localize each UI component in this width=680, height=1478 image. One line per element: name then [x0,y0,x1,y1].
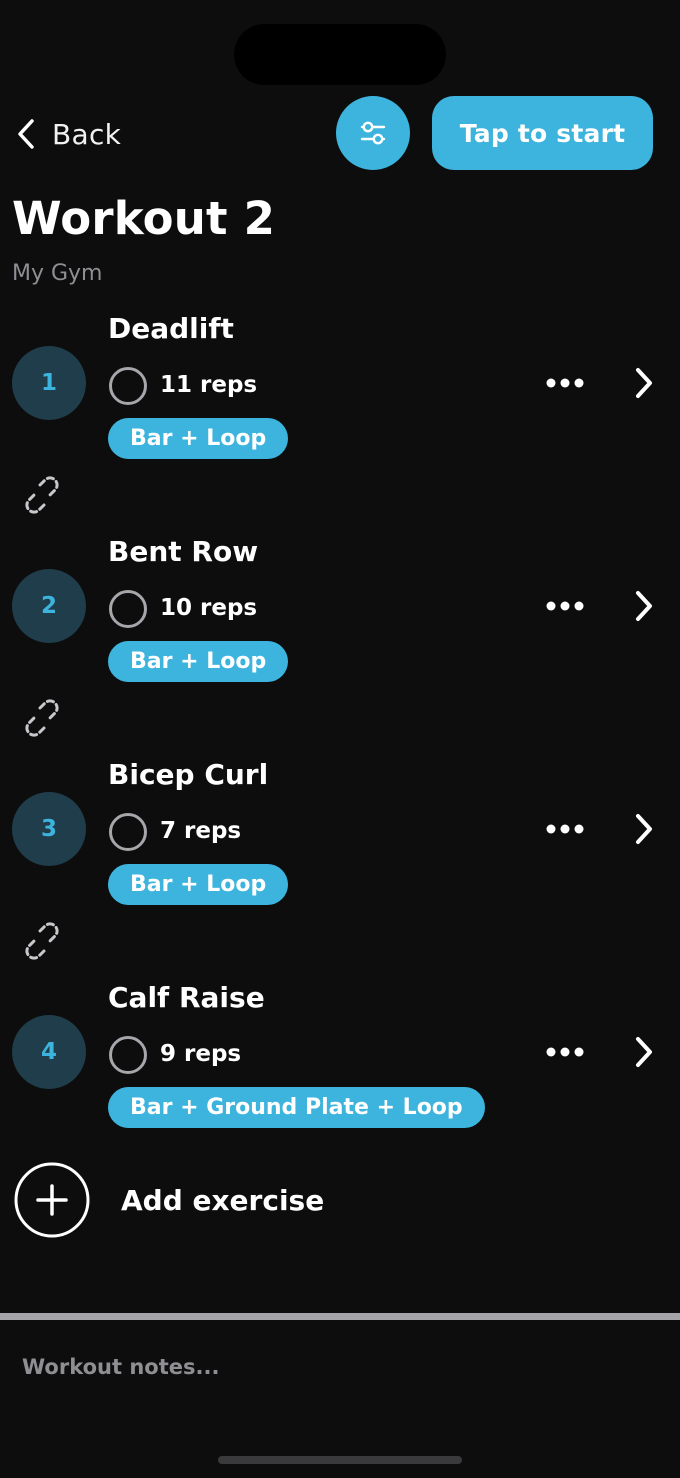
more-options-button[interactable] [538,586,592,626]
broken-link-icon [25,699,59,737]
workout-location: My Gym [12,261,103,286]
more-options-button[interactable] [538,363,592,403]
exercise-number-badge: 4 [12,1015,86,1089]
link-exercises-button[interactable] [20,919,64,963]
open-exercise-button[interactable] [626,361,662,405]
chevron-right-icon [636,814,652,844]
link-exercises-button[interactable] [20,473,64,517]
back-label: Back [52,117,122,151]
exercise-reps: 11 reps [160,372,258,398]
tap-to-start-button[interactable]: Tap to start [432,96,653,170]
exercise-reps: 10 reps [160,595,258,621]
add-exercise-label: Add exercise [121,1183,325,1217]
open-exercise-button[interactable] [626,807,662,851]
open-exercise-button[interactable] [626,1030,662,1074]
exercise-name: Bicep Curl [108,758,269,791]
open-exercise-button[interactable] [626,584,662,628]
equipment-tag[interactable]: Bar + Loop [108,418,289,459]
ellipsis-icon [546,378,584,388]
chevron-left-icon [18,119,34,149]
broken-link-icon [25,476,59,514]
equipment-tag[interactable]: Bar + Loop [108,641,289,682]
workout-title: Workout 2 [12,192,276,245]
exercise-row[interactable]: Bent Row 2 10 reps Bar + Loop [0,533,680,733]
equipment-tag[interactable]: Bar + Loop [108,864,289,905]
exercise-number-badge: 1 [12,346,86,420]
add-exercise-button[interactable]: Add exercise [14,1162,324,1238]
completion-checkbox[interactable] [109,590,147,628]
chevron-right-icon [636,591,652,621]
exercise-number-badge: 3 [12,792,86,866]
workout-notes-input[interactable] [22,1350,652,1384]
broken-link-icon [25,922,59,960]
notes-panel [0,1320,680,1478]
more-options-button[interactable] [538,1032,592,1072]
ellipsis-icon [546,1047,584,1057]
link-exercises-button[interactable] [20,696,64,740]
chevron-right-icon [636,1037,652,1067]
exercise-row[interactable]: Calf Raise 4 9 reps Bar + Ground Plate +… [0,979,680,1179]
notes-divider [0,1313,680,1320]
exercise-number-badge: 2 [12,569,86,643]
exercise-name: Calf Raise [108,981,265,1014]
back-button[interactable]: Back [12,112,121,156]
more-options-button[interactable] [538,809,592,849]
ellipsis-icon [546,824,584,834]
exercise-name: Bent Row [108,535,259,568]
home-indicator[interactable] [218,1456,462,1464]
exercise-reps: 9 reps [160,1041,242,1067]
completion-checkbox[interactable] [109,367,147,405]
ellipsis-icon [546,601,584,611]
plus-circle-icon [14,1162,90,1238]
exercise-reps: 7 reps [160,818,242,844]
exercise-row[interactable]: Deadlift 1 11 reps Bar + Loop [0,310,680,510]
exercise-row[interactable]: Bicep Curl 3 7 reps Bar + Loop [0,756,680,956]
exercise-name: Deadlift [108,312,234,345]
completion-checkbox[interactable] [109,813,147,851]
sliders-icon [360,121,386,145]
equipment-tag[interactable]: Bar + Ground Plate + Loop [108,1087,485,1128]
chevron-right-icon [636,368,652,398]
dynamic-island [234,24,446,85]
filter-button[interactable] [336,96,410,170]
completion-checkbox[interactable] [109,1036,147,1074]
